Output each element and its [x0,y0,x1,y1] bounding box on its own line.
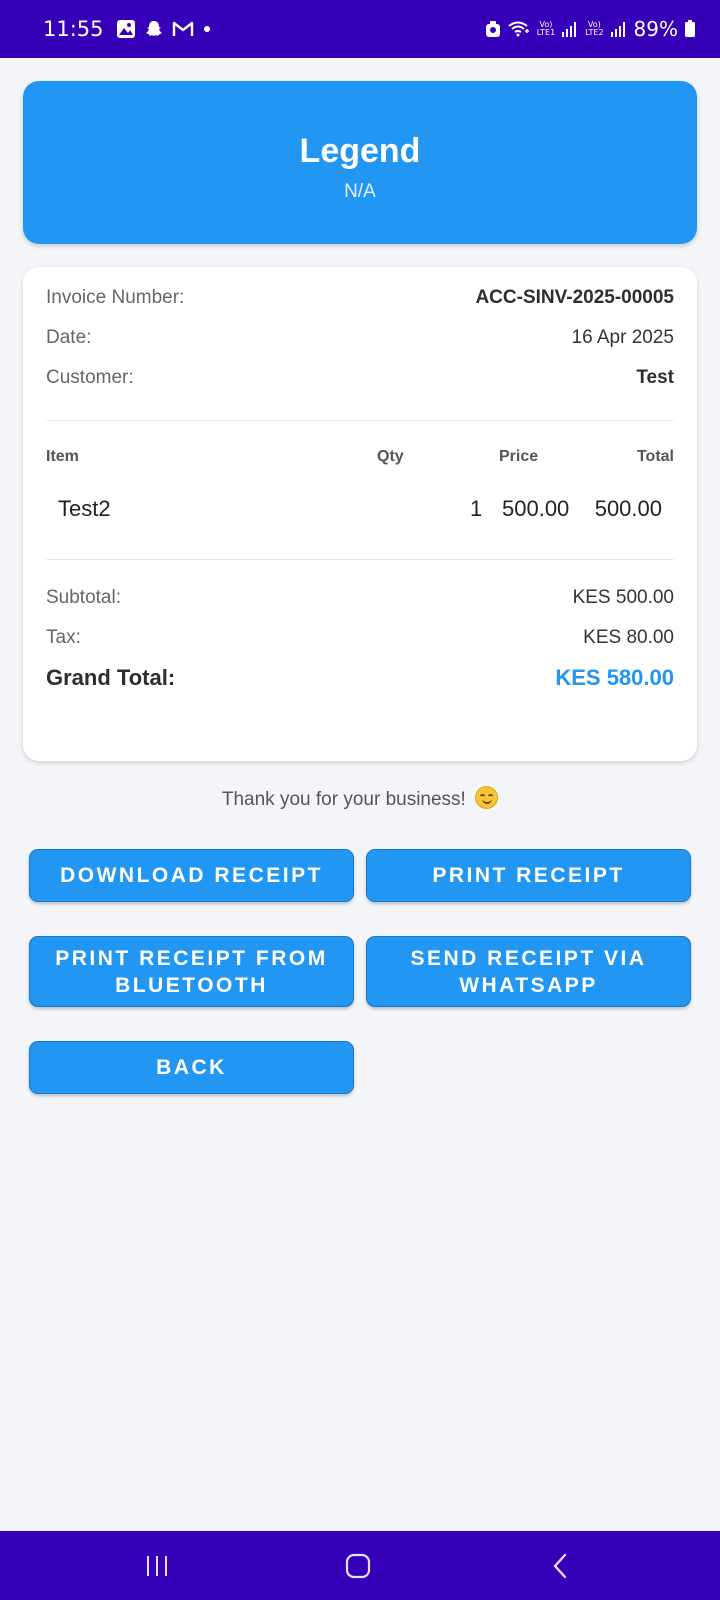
date-value: 16 Apr 2025 [571,327,674,348]
date-row: Date: 16 Apr 2025 [46,327,674,349]
battery-icon [684,20,696,38]
status-time: 11:55 [43,17,104,41]
snapchat-icon [144,19,164,39]
status-right: Vo) LTE1 Vo) LTE2 89% [485,17,696,41]
grand-total-row: Grand Total: KES 580.00 [46,665,674,691]
subtotal-label: Subtotal: [46,587,121,608]
invoice-number-row: Invoice Number: ACC-SINV-2025-00005 [46,287,674,309]
subtotal-value: KES 500.00 [572,587,674,608]
column-header-item: Item [46,448,79,465]
customer-value: Test [636,367,674,388]
send-whatsapp-button[interactable]: SEND RECEIPT VIA WHATSAPP [366,936,691,1007]
item-qty: 1 [470,496,483,521]
column-header-price: Price [499,448,539,465]
alarm-icon [485,20,501,38]
lte2-label: Vo) LTE2 [585,20,604,37]
invoice-card: Invoice Number: ACC-SINV-2025-00005 Date… [23,267,697,761]
home-icon[interactable] [338,1549,378,1583]
signal-icon [561,20,579,38]
grand-total-value: KES 580.00 [555,665,674,690]
status-bar: 11:55 Vo) LTE1 Vo) LTE2 89% [0,0,720,58]
divider [46,420,674,421]
date-label: Date: [46,327,92,348]
customer-label: Customer: [46,367,134,388]
item-price: 500.00 [502,496,570,521]
header-card: Legend N/A [23,81,697,244]
thanks-message: Thank you for your business! [0,786,720,811]
thanks-text: Thank you for your business! [221,789,466,810]
company-subtitle: N/A [344,181,376,202]
divider [46,559,674,560]
tax-row: Tax: KES 80.00 [46,627,674,649]
status-left: 11:55 [43,17,212,41]
invoice-number-label: Invoice Number: [46,287,185,308]
recents-icon[interactable] [137,1549,177,1583]
item-total: 500.00 [594,496,662,521]
smiling-face-icon [475,786,499,809]
battery-percent: 89% [633,17,678,41]
gmail-icon [172,20,194,38]
print-receipt-button[interactable]: PRINT RECEIPT [366,849,691,902]
column-header-qty: Qty [377,448,404,465]
tax-label: Tax: [46,627,81,648]
wifi-icon [507,20,531,38]
print-bluetooth-button[interactable]: PRINT RECEIPT FROM BLUETOOTH [29,936,354,1007]
system-nav-bar [0,1531,720,1600]
item-name: Test2 [58,496,111,521]
invoice-number-value: ACC-SINV-2025-00005 [475,287,674,308]
dot-icon [202,24,212,34]
signal-icon [610,20,628,38]
tax-value: KES 80.00 [583,627,674,648]
gallery-icon [116,19,136,39]
download-receipt-button[interactable]: DOWNLOAD RECEIPT [29,849,354,902]
back-nav-icon[interactable] [540,1549,580,1583]
subtotal-row: Subtotal: KES 500.00 [46,587,674,609]
back-button[interactable]: BACK [29,1041,354,1094]
column-header-total: Total [636,448,674,465]
company-name: Legend [299,132,421,170]
customer-row: Customer: Test [46,367,674,389]
lte1-label: Vo) LTE1 [536,20,556,37]
grand-total-label: Grand Total: [46,665,176,690]
